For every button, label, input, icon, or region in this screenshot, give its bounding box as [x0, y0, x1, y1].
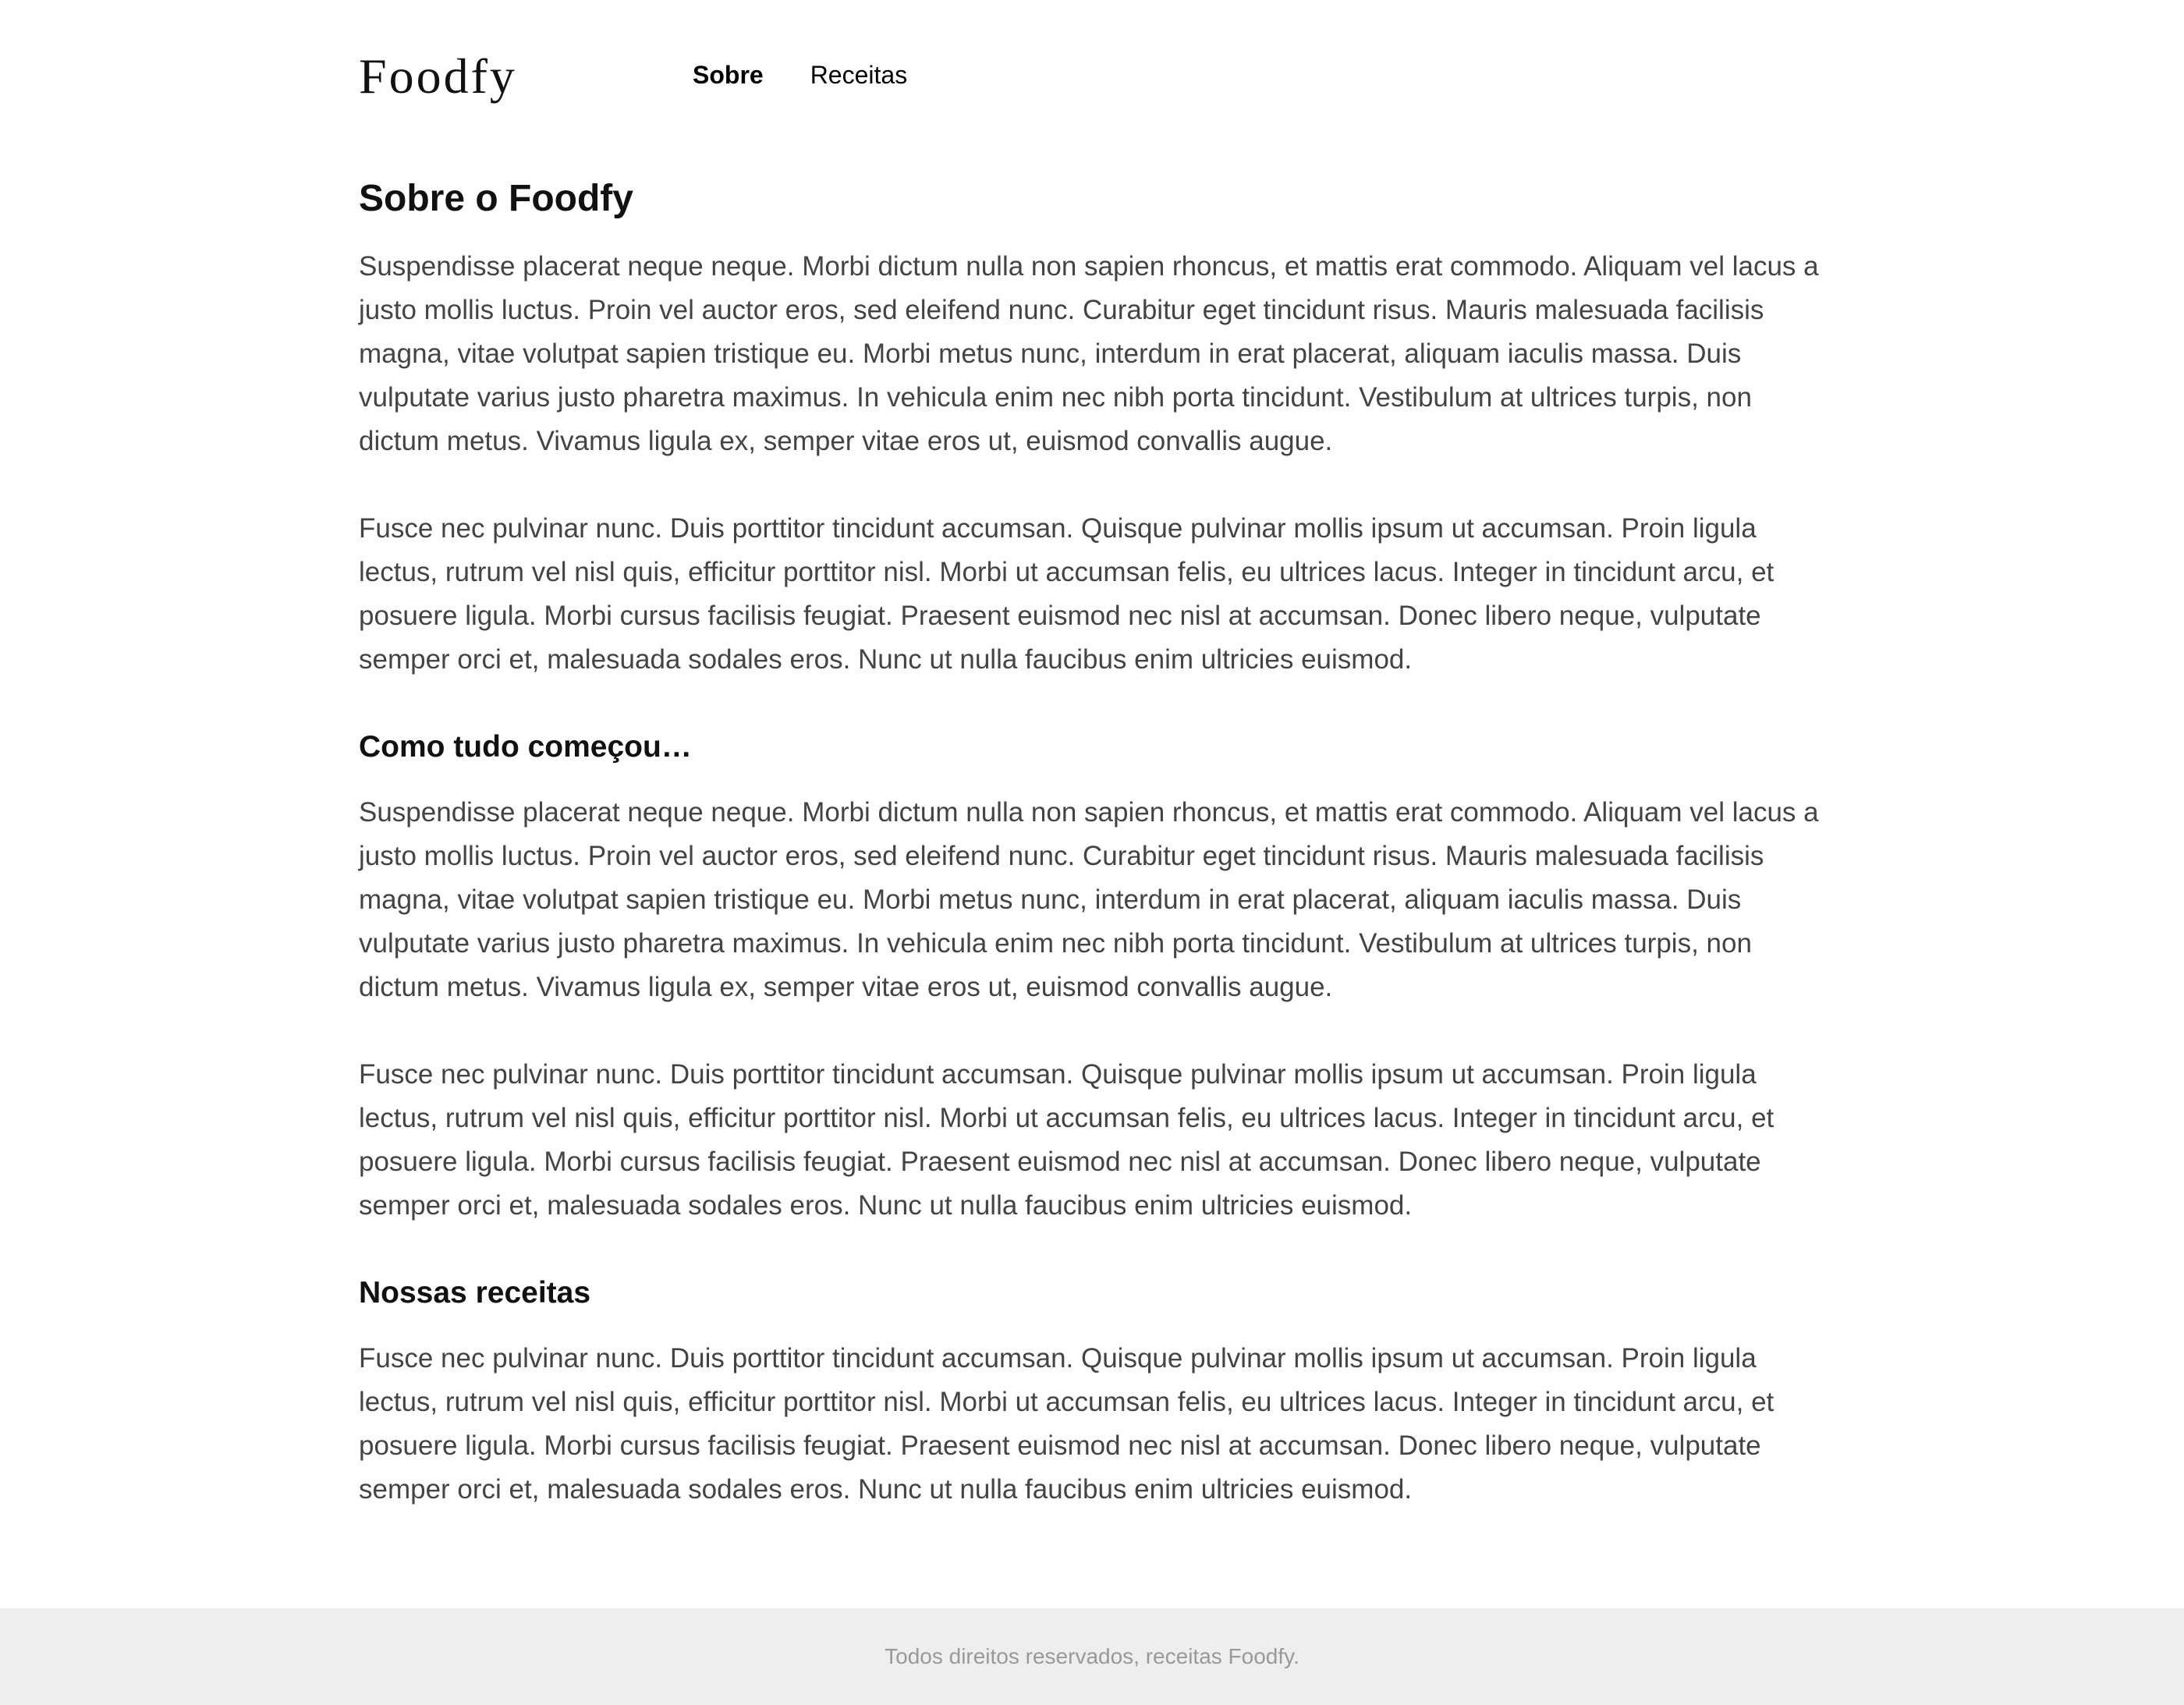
site-header: Foodfy Sobre Receitas — [359, 39, 1825, 109]
nav-link-receitas[interactable]: Receitas — [810, 56, 908, 94]
main-nav: Sobre Receitas — [693, 56, 907, 94]
site-logo[interactable]: Foodfy — [359, 45, 517, 108]
history-heading: Como tudo começou… — [359, 730, 692, 764]
recipes-heading: Nossas receitas — [359, 1276, 591, 1310]
intro-paragraph-2: Fusce nec pulvinar nunc. Duis porttitor … — [359, 513, 1774, 675]
site-footer: Todos direitos reservados, receitas Food… — [0, 1608, 2184, 1705]
intro-paragraph-1: Suspendisse placerat neque neque. Morbi … — [359, 251, 1819, 456]
nav-link-sobre[interactable]: Sobre — [693, 56, 764, 94]
main-content: Sobre o Foodfy Suspendisse placerat nequ… — [359, 172, 1825, 1512]
footer-copyright: Todos direitos reservados, receitas Food… — [885, 1644, 1299, 1668]
history-paragraph-2: Fusce nec pulvinar nunc. Duis porttitor … — [359, 1059, 1774, 1221]
page-title: Sobre o Foodfy — [359, 178, 633, 219]
recipes-paragraph: Fusce nec pulvinar nunc. Duis porttitor … — [359, 1343, 1774, 1505]
history-paragraph-1: Suspendisse placerat neque neque. Morbi … — [359, 797, 1819, 1002]
